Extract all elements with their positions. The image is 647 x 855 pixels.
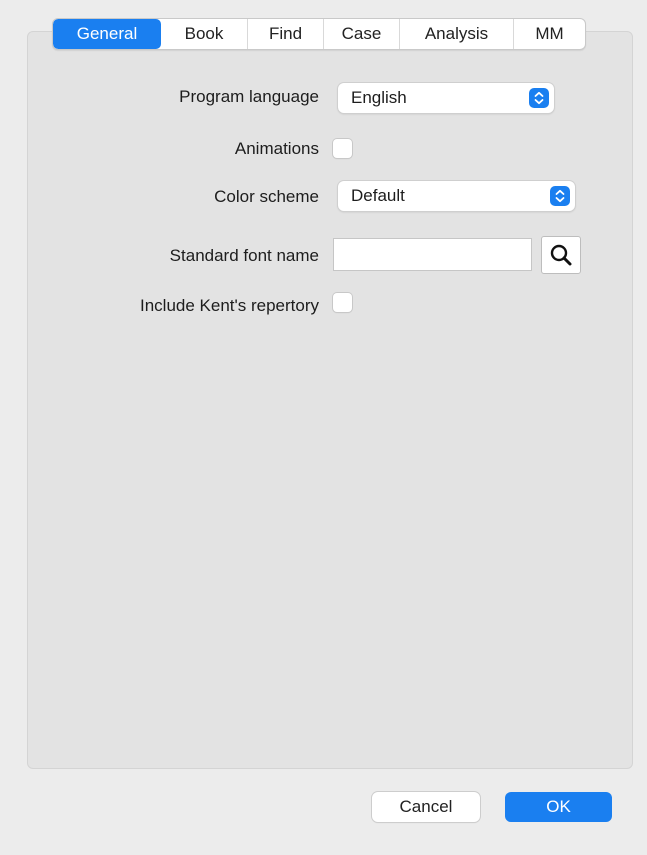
program-language-value: English [351, 88, 407, 107]
color-scheme-popup[interactable]: Default [338, 181, 575, 211]
standard-font-name-field[interactable] [333, 238, 532, 271]
color-scheme-value: Default [351, 186, 405, 205]
chevron-updown-icon [550, 186, 570, 206]
chevron-updown-icon [529, 88, 549, 108]
standard-font-name-label: Standard font name [169, 246, 319, 265]
search-icon [542, 244, 580, 277]
include-kents-repertory-label: Include Kent's repertory [139, 296, 319, 315]
tab-case[interactable]: Case [323, 19, 399, 49]
tab-bar: General Book Find Case Analysis MM [52, 18, 586, 50]
tab-analysis[interactable]: Analysis [399, 19, 513, 49]
search-button[interactable] [541, 236, 581, 274]
tab-find[interactable]: Find [247, 19, 323, 49]
include-kents-repertory-checkbox[interactable] [333, 293, 352, 312]
settings-panel [27, 31, 633, 769]
animations-checkbox[interactable] [333, 139, 352, 158]
tab-general[interactable]: General [53, 19, 161, 49]
ok-button[interactable]: OK [505, 792, 612, 822]
program-language-popup[interactable]: English [338, 83, 554, 113]
color-scheme-label: Color scheme [214, 187, 319, 206]
tab-mm[interactable]: MM [513, 19, 585, 49]
cancel-button[interactable]: Cancel [372, 792, 480, 822]
program-language-label: Program language [179, 87, 319, 106]
tab-book[interactable]: Book [161, 19, 247, 49]
animations-label: Animations [234, 139, 319, 158]
